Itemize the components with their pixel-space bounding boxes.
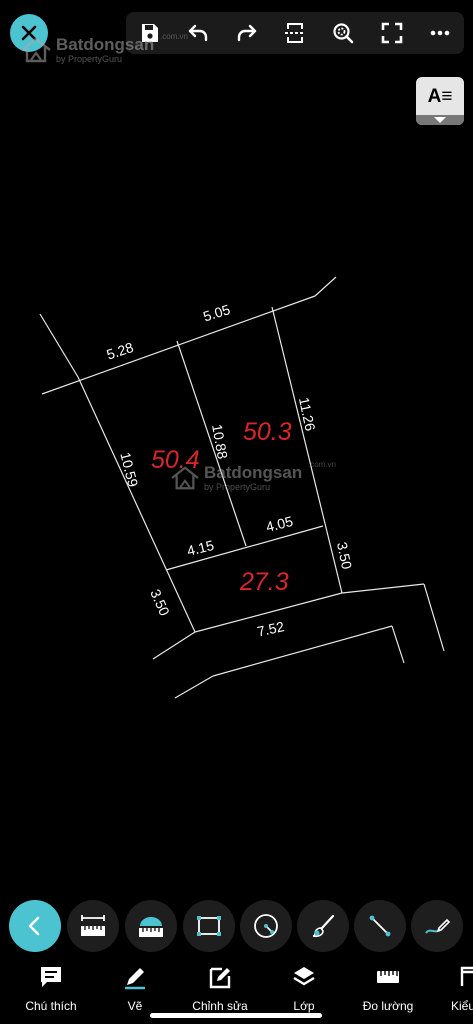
edit-icon [209,967,231,989]
home-indicator[interactable] [150,1013,322,1018]
boundary-line [341,583,425,594]
freehand-tool-button[interactable] [411,900,463,952]
dimension-label: 10.88 [209,423,231,460]
boundary-line [152,631,196,660]
nav-draw[interactable]: Vẽ [95,964,175,1013]
dimension-label: 3.50 [147,587,173,619]
house-logo-icon [171,466,199,490]
watermark-sub: by PropertyGuru [204,482,271,492]
rectangle-icon [197,916,221,936]
boundary-line [423,583,445,652]
nav-label: Lớp [293,999,315,1013]
dimension-label: 4.15 [185,537,216,559]
boundary-line [212,625,393,677]
watermark-logo-center: Batdongsan by PropertyGuru .com.vn [170,461,336,492]
style-icon [460,966,473,986]
ruler-measure-icon [81,915,105,936]
dimension-label: 11.26 [296,396,319,433]
nav-label: Vẽ [127,999,143,1013]
brush-icon [312,914,335,938]
ruler-icon [377,971,399,983]
nav-annotation[interactable]: Chú thích [11,964,91,1013]
nav-label: Đo lường [362,999,414,1013]
boundary-line [39,313,79,378]
plot-drawing[interactable]: 5.05 5.28 11.26 10.88 10.59 4.15 4.05 3.… [0,0,473,900]
back-tool-button[interactable] [9,900,61,952]
circle-radius-icon [254,914,278,938]
area-label: 50.3 [243,418,292,446]
boundary-line [314,276,337,297]
boundary-line [174,675,214,699]
area-label: 27.3 [239,568,289,596]
nav-label: Kiểu [450,999,473,1013]
nav-measure[interactable]: Đo lường [348,964,428,1013]
nav-layers[interactable]: Lớp [264,964,344,1013]
pencil-icon [125,968,145,990]
boundary-line [391,625,405,664]
nav-edit[interactable]: Chỉnh sửa [180,964,260,1013]
line-tool-button[interactable] [354,900,406,952]
ruler-measure-button[interactable] [67,900,119,952]
chevron-left-icon [28,916,40,936]
measure-tool-row [0,896,473,954]
nav-label: Chú thích [25,999,77,1013]
watermark-suffix: .com.vn [308,460,337,469]
dimension-label: 5.28 [104,339,135,363]
dimension-label: 5.05 [201,301,232,324]
nav-style[interactable]: Kiểu [423,964,473,1013]
boundary-line [176,340,247,547]
rectangle-tool-button[interactable] [183,900,235,952]
layers-icon [293,967,315,986]
area-measure-button[interactable] [125,900,177,952]
dimension-label: 7.52 [256,618,286,639]
pencil-curve-icon [425,918,451,934]
brush-tool-button[interactable] [297,900,349,952]
boundary-line [271,306,343,594]
circle-tool-button[interactable] [240,900,292,952]
dimension-label: 4.05 [264,513,295,535]
comment-icon [41,967,61,987]
area-ruler-icon [139,917,163,937]
line-icon [369,915,391,937]
boundary-line [77,376,196,633]
dimension-label: 3.50 [334,541,355,571]
nav-label: Chỉnh sửa [192,999,248,1013]
watermark-brand: Batdongsan [204,463,303,482]
